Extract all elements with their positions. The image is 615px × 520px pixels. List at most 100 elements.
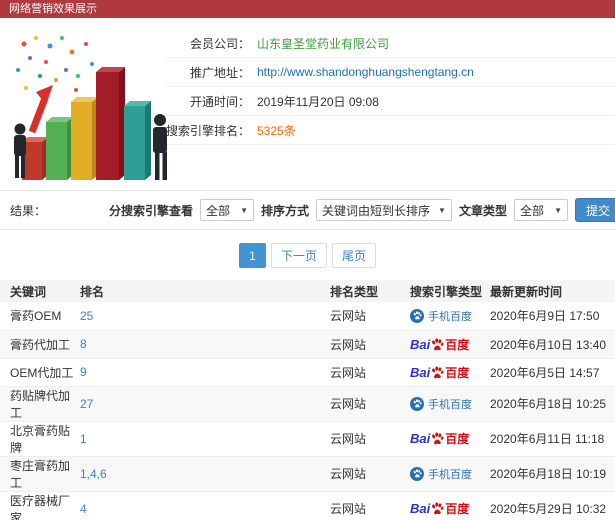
engine-cell: Bai 百度 手机百度: [410, 491, 490, 520]
paw-icon: [413, 311, 422, 320]
page-1-button[interactable]: 1: [238, 243, 266, 268]
article-type-value: 全部: [519, 203, 544, 218]
rank-cell: 27: [80, 386, 330, 422]
sort-value: 关键词由短到长排序: [322, 203, 431, 218]
baidu-logo-cn: 百度: [445, 432, 470, 446]
chevron-down-icon: ▼: [554, 205, 562, 215]
keyword-cell: 北京膏药贴牌: [0, 421, 80, 457]
page-root: 网络营销效果展示 会员公司： 山东皇圣堂药业有限公司 推广地址： http://…: [0, 0, 615, 520]
updated-cell: 2020年6月18日 10:19: [490, 456, 615, 492]
table-row: 药贴牌代加工 27 云网站 Bai 百度 手机百度 2020年6月18日 10:…: [0, 386, 615, 422]
rank-type-cell: 云网站: [330, 330, 410, 359]
rank-type-cell: 云网站: [330, 456, 410, 492]
mobile-baidu-label: 手机百度: [428, 398, 472, 411]
keyword-cell: 医疗器械厂家: [0, 491, 80, 520]
table-row: 枣庄膏药加工 1,4,6 云网站 Bai 百度 手机百度 2020年6月18日 …: [0, 456, 615, 492]
mobile-baidu-icon: [410, 396, 424, 411]
rank-type-cell: 云网站: [330, 302, 410, 331]
baidu-logo: Bai 百度: [410, 500, 469, 517]
page-title: 网络营销效果展示: [9, 3, 97, 15]
marketing-chart-illustration: [6, 30, 184, 180]
rank-cell: 1,4,6: [80, 456, 330, 492]
article-type-label: 文章类型: [458, 203, 507, 218]
engine-cell: Bai 百度 手机百度: [410, 330, 490, 359]
rank-link[interactable]: 1: [80, 432, 87, 446]
businessman-left: [14, 123, 26, 178]
table-row: 医疗器械厂家 4 云网站 Bai 百度 手机百度 2020年5月29日 10:3…: [0, 491, 615, 520]
results-table: 关键词 排名 排名类型 搜索引擎类型 最新更新时间 膏药OEM 25 云网站 B…: [0, 280, 615, 520]
mobile-baidu-icon: [410, 466, 424, 481]
updated-cell: 2020年6月18日 10:25: [490, 386, 615, 422]
baidu-logo-cn: 百度: [445, 502, 470, 516]
engine-cell: Bai 百度 手机百度: [410, 386, 490, 422]
mobile-baidu-logo: 手机百度: [410, 396, 472, 412]
keyword-cell: 枣庄膏药加工: [0, 456, 80, 492]
rank-type-cell: 云网站: [330, 386, 410, 422]
engine-cell: Bai 百度 手机百度: [410, 421, 490, 457]
baidu-paw-icon: [431, 432, 444, 445]
rank-link[interactable]: 27: [80, 397, 93, 411]
mobile-baidu-label: 手机百度: [428, 468, 472, 481]
mobile-baidu-label: 手机百度: [428, 310, 472, 323]
rank-cell: 4: [80, 491, 330, 520]
engine-filter-value: 全部: [206, 203, 231, 218]
rank-cell: 8: [80, 330, 330, 359]
baidu-paw-icon: [431, 502, 444, 515]
businessman-right: [153, 114, 167, 180]
engine-filter-select[interactable]: 全部 ▼: [200, 199, 255, 221]
info-section: 会员公司： 山东皇圣堂药业有限公司 推广地址： http://www.shand…: [0, 18, 615, 190]
baidu-logo: Bai 百度: [410, 364, 469, 381]
keyword-cell: 膏药代加工: [0, 330, 80, 359]
rank-count-value: 5325条: [257, 123, 296, 138]
last-page-button[interactable]: 尾页: [332, 243, 377, 268]
mobile-baidu-icon: [410, 308, 424, 323]
table-header-row: 关键词 排名 排名类型 搜索引擎类型 最新更新时间: [0, 280, 615, 302]
engine-cell: Bai 百度 手机百度: [410, 456, 490, 492]
mobile-baidu-logo: 手机百度: [410, 308, 472, 324]
baidu-logo-latin: Bai: [410, 431, 431, 446]
rank-link[interactable]: 4: [80, 502, 87, 516]
rank-link[interactable]: 8: [80, 337, 87, 351]
updated-cell: 2020年5月29日 10:32: [490, 491, 615, 520]
baidu-paw-icon: [431, 338, 444, 351]
header-engine-type: 搜索引擎类型: [410, 280, 490, 302]
engine-cell: Bai 百度 手机百度: [410, 358, 490, 387]
keyword-cell: 药贴牌代加工: [0, 386, 80, 422]
submit-button[interactable]: 提交: [574, 198, 615, 222]
rank-cell: 9: [80, 358, 330, 387]
table-row: OEM代加工 9 云网站 Bai 百度 手机百度 2020年6月5日 14:57: [0, 358, 615, 387]
keyword-cell: 膏药OEM: [0, 302, 80, 331]
result-label: 结果：: [10, 203, 47, 218]
header-updated: 最新更新时间: [490, 280, 615, 302]
header-rank-type: 排名类型: [330, 280, 410, 302]
rank-cell: 25: [80, 302, 330, 331]
updated-cell: 2020年6月5日 14:57: [490, 358, 615, 387]
header-keyword: 关键词: [0, 280, 80, 302]
chevron-down-icon: ▼: [438, 205, 446, 215]
rank-type-cell: 云网站: [330, 421, 410, 457]
paw-icon: [413, 399, 422, 408]
article-type-select[interactable]: 全部 ▼: [513, 199, 568, 221]
rank-link[interactable]: 9: [80, 365, 87, 379]
company-link[interactable]: 山东皇圣堂药业有限公司: [257, 35, 389, 52]
baidu-logo: Bai 百度: [410, 430, 469, 447]
pagination: 1 下一页 尾页: [0, 230, 615, 280]
filter-bar: 结果： 分搜索引擎查看 全部 ▼ 排序方式 关键词由短到长排序 ▼ 文章类型 全…: [0, 190, 615, 230]
sort-select[interactable]: 关键词由短到长排序 ▼: [316, 199, 452, 221]
updated-cell: 2020年6月11日 11:18: [490, 421, 615, 457]
rank-type-cell: 云网站: [330, 358, 410, 387]
rank-type-cell: 云网站: [330, 491, 410, 520]
rank-cell: 1: [80, 421, 330, 457]
info-row-open-time: 开通时间： 2019年11月20日 09:08: [165, 87, 615, 116]
baidu-logo-latin: Bai: [410, 364, 431, 380]
mobile-baidu-logo: 手机百度: [410, 466, 472, 482]
info-row-company: 会员公司： 山东皇圣堂药业有限公司: [165, 29, 615, 58]
next-page-button[interactable]: 下一页: [270, 243, 327, 268]
info-rows: 会员公司： 山东皇圣堂药业有限公司 推广地址： http://www.shand…: [165, 18, 615, 145]
baidu-logo-cn: 百度: [445, 337, 470, 352]
promo-url-link[interactable]: http://www.shandonghuangshengtang.cn: [257, 65, 474, 79]
table-row: 北京膏药贴牌 1 云网站 Bai 百度 手机百度 2020年6月11日 11:1…: [0, 421, 615, 457]
rank-link[interactable]: 1,4,6: [80, 467, 107, 481]
open-time-value: 2019年11月20日 09:08: [257, 94, 379, 109]
rank-link[interactable]: 25: [80, 309, 93, 323]
